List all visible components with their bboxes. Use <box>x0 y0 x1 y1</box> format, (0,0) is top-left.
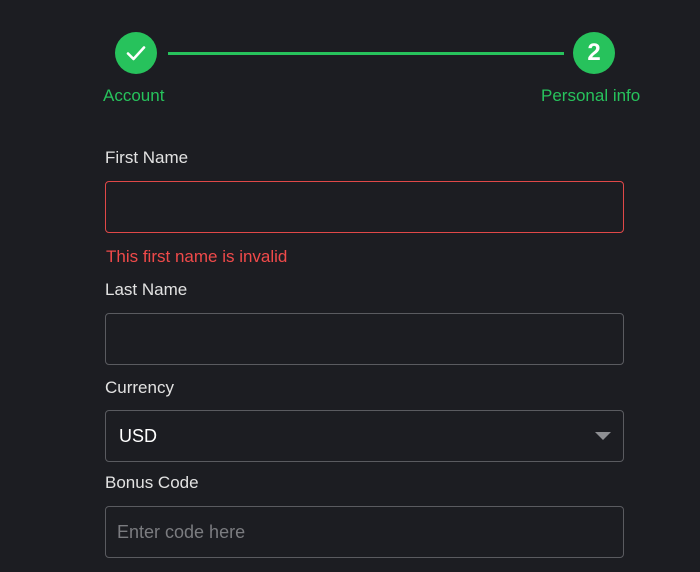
chevron-down-icon <box>595 432 611 440</box>
step-connector <box>168 52 564 55</box>
step-number: 2 <box>587 39 601 66</box>
step-personal-info-indicator[interactable]: 2 <box>573 32 615 74</box>
first-name-label: First Name <box>105 148 189 167</box>
bonus-code-label: Bonus Code <box>105 473 199 492</box>
check-icon <box>126 46 146 61</box>
last-name-label: Last Name <box>105 280 188 299</box>
currency-selected-value: USD <box>119 426 158 446</box>
step-label-account: Account <box>103 86 165 105</box>
currency-label: Currency <box>105 378 174 397</box>
last-name-field[interactable] <box>105 313 624 365</box>
bonus-code-field[interactable] <box>105 506 624 558</box>
step-label-personal-info: Personal info <box>541 86 641 105</box>
first-name-field[interactable] <box>105 181 624 233</box>
registration-page: 2 Account Personal info First Name This … <box>0 0 700 572</box>
last-name-input[interactable] <box>106 314 623 364</box>
first-name-input[interactable] <box>106 182 623 232</box>
bonus-code-input[interactable] <box>106 507 623 557</box>
first-name-error: This first name is invalid <box>106 247 288 266</box>
currency-select[interactable]: USD <box>105 410 624 462</box>
step-account-indicator[interactable] <box>115 32 157 74</box>
